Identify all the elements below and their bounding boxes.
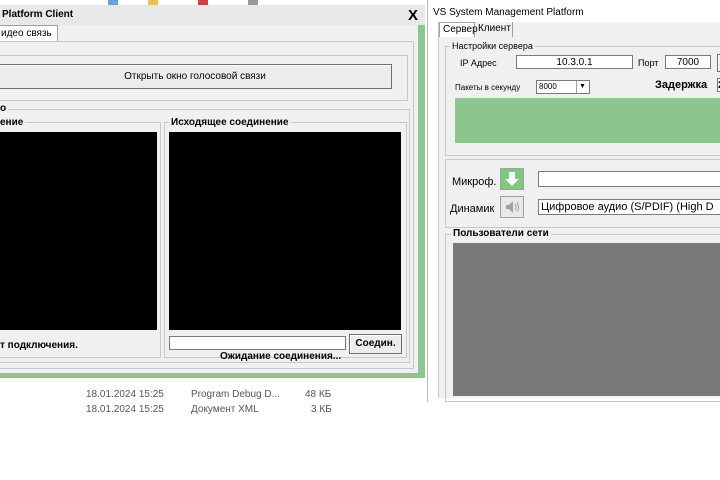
chevron-down-icon: ▼: [576, 81, 588, 93]
tab-client[interactable]: Клиент: [475, 22, 513, 37]
mic-label: Микроф.: [452, 176, 497, 188]
server-window: VS System Management Platform Сервер Кли…: [427, 0, 720, 402]
file-date: 18.01.2024 15:25: [86, 404, 164, 415]
file-size: 3 КБ: [311, 404, 332, 415]
speaker-device-value: Цифровое аудио (S/PDIF) (High D: [541, 201, 714, 213]
tab-server-label: Сервер: [443, 24, 478, 35]
video-groupbox-label: о: [0, 103, 9, 114]
server-window-title: VS System Management Platform: [433, 7, 584, 18]
packets-label: Пакеты в секунду: [455, 83, 521, 92]
file-date: 18.01.2024 15:25: [86, 389, 164, 400]
speaker-device-field[interactable]: Цифровое аудио (S/PDIF) (High D: [538, 199, 720, 215]
file-size: 48 КБ: [305, 389, 332, 400]
network-users-list[interactable]: [453, 243, 720, 396]
server-titlebar[interactable]: VS System Management Platform: [428, 0, 720, 22]
outgoing-status: Ожидание соединения...: [220, 351, 342, 362]
client-window: Platform Client X идео связь Открыть окн…: [0, 5, 425, 378]
incoming-video: [0, 132, 157, 330]
mic-button[interactable]: [500, 168, 524, 190]
outgoing-label: Исходящее соединение: [169, 117, 291, 128]
audio-groupbox: [445, 159, 720, 228]
speaker-icon: [506, 201, 519, 213]
speaker-button[interactable]: [500, 196, 524, 218]
connect-button[interactable]: Соедин.: [349, 334, 402, 354]
client-window-bottom-edge: [0, 373, 425, 378]
background-file-row[interactable]: 18.01.2024 15:25 Документ XML 3 КБ: [0, 404, 340, 418]
mic-device-field[interactable]: [538, 171, 720, 187]
tab-video-label: идео связь: [1, 28, 52, 39]
tab-video[interactable]: идео связь: [0, 25, 58, 42]
client-body: идео связь Открыть окно голосовой связи …: [0, 25, 418, 373]
file-type: Документ XML: [191, 404, 259, 415]
speaker-label: Динамик: [450, 203, 495, 215]
client-titlebar[interactable]: Platform Client X: [0, 5, 425, 25]
client-window-title: Platform Client: [2, 9, 74, 20]
close-icon[interactable]: X: [408, 8, 418, 23]
incoming-label: ение: [0, 117, 26, 128]
delay-label: Задержка: [655, 79, 708, 91]
server-settings-label: Настройки сервера: [450, 41, 535, 51]
packets-select[interactable]: 8000 ▼: [536, 80, 590, 94]
ip-address-field[interactable]: [516, 55, 633, 69]
server-body: Сервер Клиент Настройки сервера IP Адрес…: [438, 22, 720, 402]
ip-label: IP Адрес: [460, 58, 497, 68]
open-voice-window-label: Открыть окно голосовой связи: [124, 71, 266, 82]
packets-value: 8000: [539, 82, 557, 91]
network-users-label: Пользователи сети: [451, 228, 551, 239]
incoming-status: т подключения.: [0, 340, 78, 351]
download-arrow-icon: [505, 172, 519, 186]
open-voice-window-button[interactable]: Открыть окно голосовой связи: [0, 64, 392, 89]
port-label: Порт: [638, 58, 659, 68]
outgoing-video: [169, 132, 401, 330]
tab-client-label: Клиент: [478, 23, 511, 34]
file-type: Program Debug D...: [191, 389, 280, 400]
connect-address-input[interactable]: [169, 336, 346, 350]
port-field[interactable]: [665, 55, 711, 69]
tab-server[interactable]: Сервер: [439, 22, 478, 37]
server-status-panel: [455, 98, 720, 143]
background-file-row[interactable]: 18.01.2024 15:25 Program Debug D... 48 К…: [0, 389, 340, 403]
connect-button-label: Соедин.: [355, 338, 396, 349]
